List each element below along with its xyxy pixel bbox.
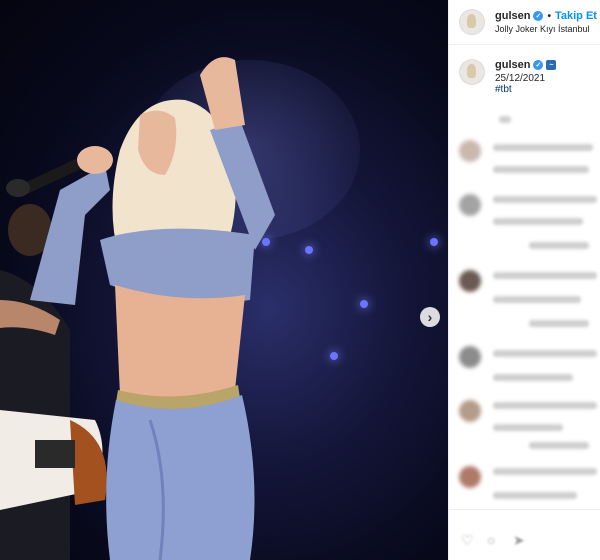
guitar-edge — [70, 420, 107, 505]
comment-avatar[interactable] — [459, 400, 481, 422]
verified-badge-icon: ✓ — [533, 60, 544, 70]
chevron-right-icon: › — [427, 309, 433, 325]
comment-blurred-line — [493, 350, 597, 357]
hashtag-link[interactable]: #tbt — [495, 84, 556, 95]
comment-blurred-line — [493, 272, 597, 279]
comment-blurred-line — [529, 242, 589, 249]
instagram-post-view: › gulsen ✓ • Takip Et Jolly Joker Kıyı İ… — [0, 0, 600, 560]
next-photo-button[interactable]: › — [420, 307, 440, 327]
post-actions-bar: ♡ ○ ➤ — [449, 509, 600, 560]
caption-username-link[interactable]: gulsen — [495, 59, 530, 71]
verified-badge-icon: ✓ — [533, 11, 544, 21]
comment-blurred-line — [499, 116, 511, 123]
caption-user-row: gulsen ✓ ~ — [495, 59, 557, 71]
post-header: gulsen ✓ • Takip Et Jolly Joker Kıyı İst… — [449, 0, 600, 45]
follow-button[interactable]: Takip Et — [555, 10, 597, 22]
location-link[interactable]: Jolly Joker Kıyı İstanbul — [495, 24, 597, 34]
performer-torso — [115, 285, 245, 402]
post-sidebar: gulsen ✓ • Takip Et Jolly Joker Kıyı İst… — [448, 0, 600, 560]
comment-blurred-line — [493, 218, 583, 225]
post-header-user-row: gulsen ✓ • Takip Et — [495, 10, 597, 22]
post-photo[interactable]: › — [0, 0, 448, 560]
comment-blurred-line — [493, 492, 577, 499]
guitar-pickguard — [35, 440, 75, 468]
microphone-head — [6, 179, 30, 197]
comment-avatar[interactable] — [459, 194, 481, 216]
avatar[interactable] — [459, 9, 485, 35]
comment-blurred-line — [493, 296, 581, 303]
performer-illustration — [0, 57, 275, 560]
performer-skirt — [106, 395, 255, 560]
comment-blurred-line — [493, 196, 597, 203]
separator-dot: • — [547, 10, 551, 22]
comment-blurred-line — [493, 166, 589, 173]
caption-avatar[interactable] — [459, 59, 485, 85]
comment-blurred-line — [493, 374, 573, 381]
caption: gulsen ✓ ~ 25/12/2021 #tbt — [449, 45, 600, 95]
username-link[interactable]: gulsen — [495, 10, 530, 22]
heart-icon[interactable]: ♡ — [461, 532, 474, 549]
caption-text: gulsen ✓ ~ 25/12/2021 #tbt — [495, 59, 557, 95]
comment-blurred-line — [493, 402, 597, 409]
comment-avatar[interactable] — [459, 466, 481, 488]
post-header-text: gulsen ✓ • Takip Et Jolly Joker Kıyı İst… — [495, 10, 597, 34]
dolphin-emoji-icon: ~ — [546, 60, 557, 70]
comment-blurred-line — [493, 424, 563, 431]
comment-avatar[interactable] — [459, 270, 481, 292]
performer-mic-hand — [77, 146, 113, 174]
comment-icon[interactable]: ○ — [487, 532, 495, 548]
comment-blurred-line — [529, 442, 589, 449]
caption-date: 25/12/2021 — [495, 73, 546, 84]
comment-avatar[interactable] — [459, 140, 481, 162]
comment-blurred-line — [493, 144, 593, 151]
comment-avatar[interactable] — [459, 346, 481, 368]
share-icon[interactable]: ➤ — [513, 532, 525, 549]
comment-blurred-line — [493, 468, 597, 475]
comment-blurred-line — [529, 320, 589, 327]
